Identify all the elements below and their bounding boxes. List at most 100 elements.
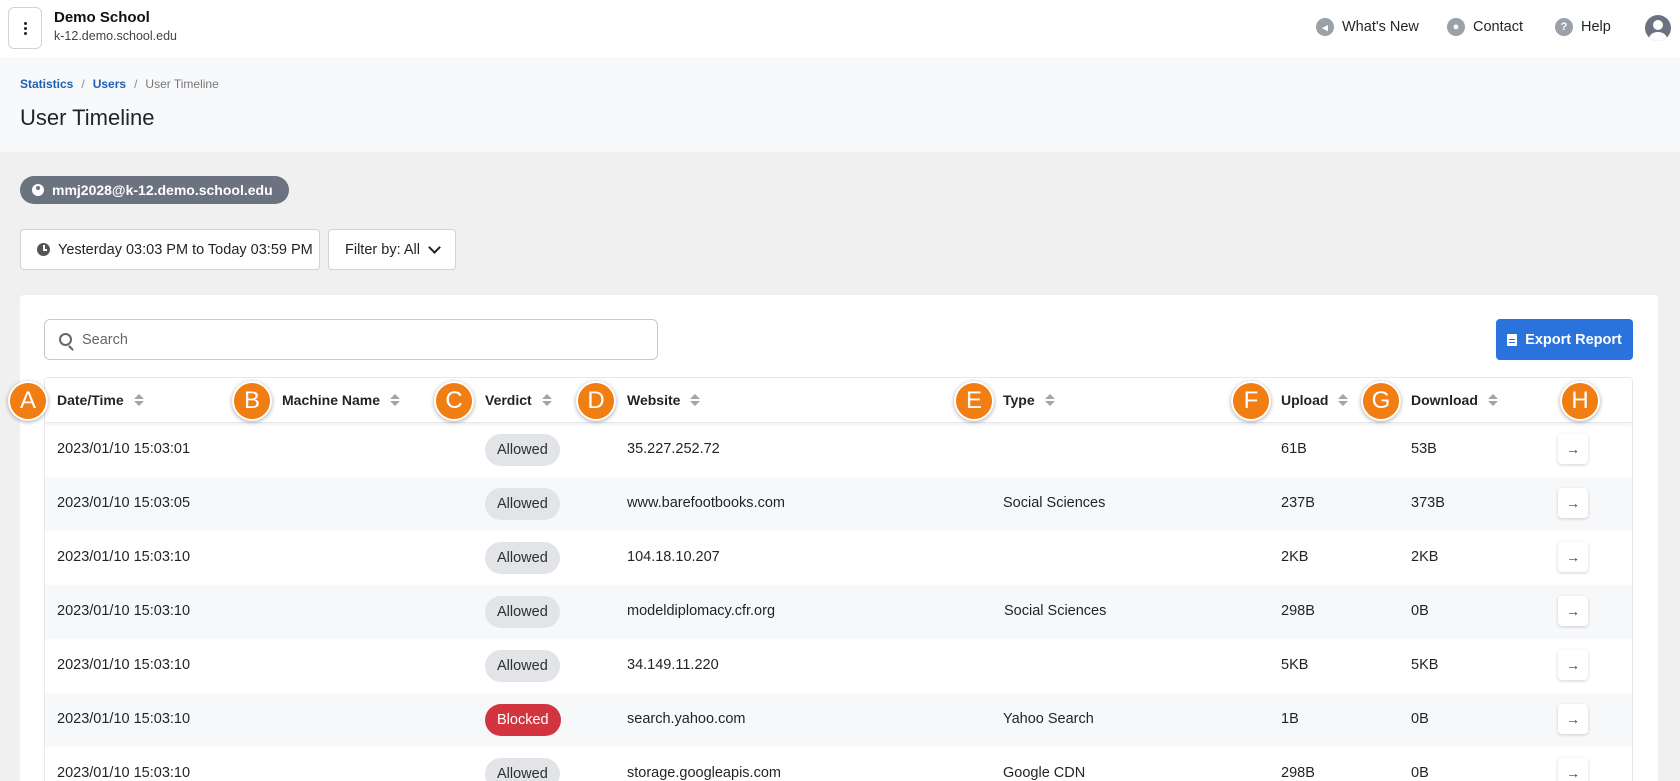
- org-domain: k-12.demo.school.edu: [54, 29, 177, 43]
- date-range-button[interactable]: Yesterday 03:03 PM to Today 03:59 PM: [20, 229, 320, 270]
- help-label: Help: [1581, 19, 1611, 35]
- breadcrumb-users[interactable]: Users: [93, 77, 126, 91]
- column-header-type[interactable]: Type: [1003, 392, 1055, 408]
- column-header-upload[interactable]: Upload: [1281, 392, 1349, 408]
- sort-icon: [1338, 394, 1349, 406]
- megaphone-icon: ◂: [1316, 18, 1334, 36]
- marker-c: C: [434, 381, 474, 421]
- page-header: Statistics / Users / User Timeline User …: [0, 57, 1680, 152]
- arrow-right-icon: →: [1566, 549, 1580, 565]
- cell-datetime: 2023/01/10 15:03:10: [57, 711, 191, 727]
- row-details-button[interactable]: →: [1558, 704, 1588, 734]
- user-chip-label: mmj2028@k-12.demo.school.edu: [52, 182, 273, 198]
- table-row: 2023/01/10 15:03:01 Allowed 35.227.252.7…: [45, 423, 1632, 477]
- column-header-download-label: Download: [1411, 392, 1478, 408]
- cell-type: Yahoo Search: [1003, 711, 1094, 727]
- column-header-type-label: Type: [1003, 392, 1035, 408]
- filter-by-label: Filter by: All: [345, 241, 420, 258]
- row-details-button[interactable]: →: [1558, 434, 1588, 464]
- timeline-card: Export Report Date/Time Machine Name Ver…: [20, 295, 1658, 781]
- table-row: 2023/01/10 15:03:10 Allowed storage.goog…: [45, 747, 1632, 781]
- contact-label: Contact: [1473, 19, 1523, 35]
- top-bar: Demo School k-12.demo.school.edu ◂ What'…: [0, 0, 1680, 57]
- menu-button[interactable]: [8, 7, 42, 49]
- chevron-down-icon: [428, 240, 441, 254]
- whats-new-link[interactable]: ◂ What's New: [1316, 18, 1419, 36]
- user-avatar-icon[interactable]: [1645, 15, 1671, 41]
- breadcrumb-separator: /: [81, 77, 85, 91]
- cell-upload: 237B: [1281, 495, 1315, 511]
- column-header-machine[interactable]: Machine Name: [282, 392, 401, 408]
- table-row: 2023/01/10 15:03:10 Blocked search.yahoo…: [45, 693, 1632, 747]
- cell-type: Social Sciences: [1003, 495, 1106, 511]
- page-title: User Timeline: [20, 105, 155, 130]
- cell-website: modeldiplomacy.cfr.org: [627, 603, 776, 619]
- column-header-website[interactable]: Website: [627, 392, 701, 408]
- filter-by-dropdown[interactable]: Filter by: All: [328, 229, 456, 270]
- column-header-datetime[interactable]: Date/Time: [57, 392, 144, 408]
- help-link[interactable]: ? Help: [1555, 18, 1611, 36]
- date-range-label: Yesterday 03:03 PM to Today 03:59 PM: [58, 241, 313, 258]
- column-header-verdict[interactable]: Verdict: [485, 392, 552, 408]
- breadcrumb-current: User Timeline: [145, 77, 219, 91]
- marker-f: F: [1231, 381, 1271, 421]
- arrow-right-icon: →: [1566, 495, 1580, 511]
- column-header-download[interactable]: Download: [1411, 392, 1498, 408]
- export-report-label: Export Report: [1525, 331, 1622, 348]
- marker-h: H: [1560, 381, 1600, 421]
- cell-website: 35.227.252.72: [627, 441, 720, 457]
- arrow-right-icon: →: [1566, 765, 1580, 781]
- cell-upload: 5KB: [1281, 657, 1309, 673]
- row-details-button[interactable]: →: [1558, 488, 1588, 518]
- document-icon: [1507, 333, 1518, 346]
- cell-datetime: 2023/01/10 15:03:10: [57, 603, 191, 619]
- cell-website: search.yahoo.com: [627, 711, 746, 727]
- column-header-website-label: Website: [627, 392, 681, 408]
- cell-upload: 2KB: [1281, 549, 1309, 565]
- sort-icon: [133, 394, 144, 406]
- cell-website: storage.googleapis.com: [627, 765, 781, 781]
- sort-icon: [1487, 394, 1498, 406]
- cell-download: 0B: [1411, 711, 1429, 727]
- cell-datetime: 2023/01/10 15:03:10: [57, 549, 191, 565]
- arrow-right-icon: →: [1566, 441, 1580, 457]
- row-details-button[interactable]: →: [1558, 596, 1588, 626]
- cell-website: 104.18.10.207: [627, 549, 720, 565]
- breadcrumb-statistics[interactable]: Statistics: [20, 77, 73, 91]
- help-circle-icon: ?: [1555, 18, 1573, 36]
- marker-g: G: [1361, 381, 1401, 421]
- arrow-right-icon: →: [1566, 657, 1580, 673]
- cell-type: Social Sciences: [1004, 603, 1107, 619]
- chat-bubble-icon: ●: [1447, 18, 1465, 36]
- marker-b: B: [232, 381, 272, 421]
- cell-datetime: 2023/01/10 15:03:10: [57, 765, 191, 781]
- breadcrumb-separator: /: [134, 77, 138, 91]
- sort-icon: [1044, 394, 1055, 406]
- clock-icon: [37, 243, 50, 256]
- column-header-datetime-label: Date/Time: [57, 392, 124, 408]
- row-details-button[interactable]: →: [1558, 758, 1588, 781]
- verdict-badge: Allowed: [485, 650, 560, 682]
- cell-upload: 298B: [1281, 603, 1315, 619]
- table-row: 2023/01/10 15:03:10 Allowed modeldiploma…: [45, 585, 1632, 639]
- row-details-button[interactable]: →: [1558, 542, 1588, 572]
- contact-link[interactable]: ● Contact: [1447, 18, 1523, 36]
- user-chip: mmj2028@k-12.demo.school.edu: [20, 176, 289, 204]
- cell-website: 34.149.11.220: [627, 657, 719, 673]
- cell-upload: 298B: [1281, 765, 1315, 781]
- verdict-badge: Allowed: [485, 596, 560, 628]
- sort-icon: [390, 394, 401, 406]
- table-row: 2023/01/10 15:03:10 Allowed 34.149.11.22…: [45, 639, 1632, 693]
- cell-type: Google CDN: [1003, 765, 1086, 781]
- marker-e: E: [954, 381, 994, 421]
- export-report-button[interactable]: Export Report: [1496, 319, 1633, 360]
- row-details-button[interactable]: →: [1558, 650, 1588, 680]
- more-vertical-icon: [23, 21, 27, 35]
- cell-download: 373B: [1411, 495, 1445, 511]
- search-icon: [59, 333, 72, 346]
- column-header-machine-label: Machine Name: [282, 392, 381, 408]
- marker-d: D: [576, 381, 616, 421]
- search-input[interactable]: [82, 331, 602, 348]
- whats-new-label: What's New: [1342, 19, 1419, 35]
- arrow-right-icon: →: [1566, 603, 1580, 619]
